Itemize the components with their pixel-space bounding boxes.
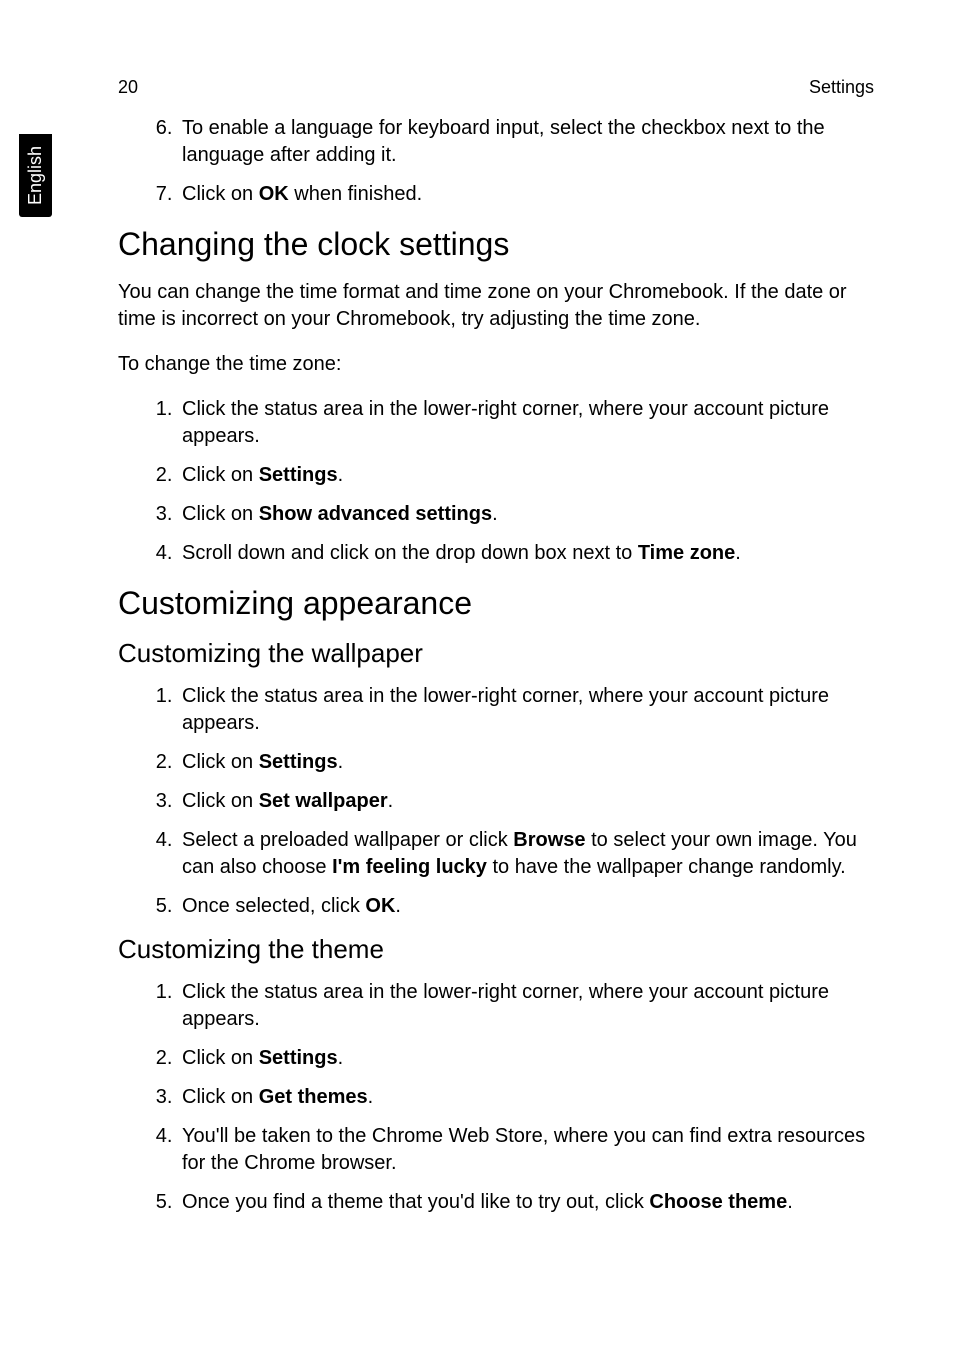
bold-text: Settings — [259, 751, 338, 773]
list-item: You'll be taken to the Chrome Web Store,… — [178, 1123, 874, 1177]
page-content: To enable a language for keyboard input,… — [118, 115, 874, 1228]
list-item-text: Click on — [182, 751, 259, 773]
subheading-wallpaper: Customizing the wallpaper — [118, 638, 874, 669]
list-item-text: to have the wallpaper change randomly. — [487, 856, 846, 878]
list-item-text: when finished. — [289, 183, 422, 205]
list-item: Click the status area in the lower-right… — [178, 683, 874, 737]
list-item-text: . — [368, 1086, 374, 1108]
list-item: Once you find a theme that you'd like to… — [178, 1189, 874, 1216]
heading-appearance: Customizing appearance — [118, 585, 874, 622]
page-header: 20 Settings — [118, 77, 874, 98]
list-item-text: . — [338, 464, 344, 486]
list-item-text: . — [338, 751, 344, 773]
bold-text: OK — [365, 895, 395, 917]
list-item: Click on Set wallpaper. — [178, 788, 874, 815]
theme-list: Click the status area in the lower-right… — [118, 979, 874, 1216]
list-item: Select a preloaded wallpaper or click Br… — [178, 827, 874, 881]
bold-text: Choose theme — [649, 1191, 787, 1213]
bold-text: I'm feeling lucky — [332, 856, 487, 878]
wallpaper-list: Click the status area in the lower-right… — [118, 683, 874, 920]
list-item-text: To enable a language for keyboard input,… — [182, 117, 825, 166]
list-item-text: Click on — [182, 183, 259, 205]
list-item: Click on OK when finished. — [178, 181, 874, 208]
list-item: Click on Show advanced settings. — [178, 501, 874, 528]
heading-clock: Changing the clock settings — [118, 226, 874, 263]
list-item-text: Click the status area in the lower-right… — [182, 398, 829, 447]
bold-text: Browse — [513, 829, 585, 851]
bold-text: Settings — [259, 1047, 338, 1069]
list-item-text: Click on — [182, 790, 259, 812]
language-tab: English — [19, 134, 52, 217]
list-item: Click on Settings. — [178, 1045, 874, 1072]
list-item-text: . — [735, 542, 741, 564]
list-item-text: . — [787, 1191, 793, 1213]
list-item-text: . — [395, 895, 401, 917]
language-tab-text: English — [25, 146, 45, 205]
subheading-theme: Customizing the theme — [118, 934, 874, 965]
list-item-text: Click the status area in the lower-right… — [182, 981, 829, 1030]
page-number: 20 — [118, 77, 138, 98]
bold-text: Time zone — [638, 542, 735, 564]
list-item-text: Click on — [182, 503, 259, 525]
list-item-text: Once selected, click — [182, 895, 365, 917]
list-item: Scroll down and click on the drop down b… — [178, 540, 874, 567]
bold-text: Settings — [259, 464, 338, 486]
list-item-text: . — [388, 790, 394, 812]
paragraph: To change the time zone: — [118, 351, 874, 378]
list-item-text: Click on — [182, 464, 259, 486]
list-item: Click the status area in the lower-right… — [178, 396, 874, 450]
list-item-text: Click on — [182, 1086, 259, 1108]
bold-text: Show advanced settings — [259, 503, 492, 525]
continued-list: To enable a language for keyboard input,… — [118, 115, 874, 208]
list-item-text: Once you find a theme that you'd like to… — [182, 1191, 649, 1213]
list-item: Click the status area in the lower-right… — [178, 979, 874, 1033]
list-item-text: Scroll down and click on the drop down b… — [182, 542, 638, 564]
list-item-text: Click the status area in the lower-right… — [182, 685, 829, 734]
bold-text: Set wallpaper — [259, 790, 388, 812]
list-item: Click on Get themes. — [178, 1084, 874, 1111]
list-item-text: You'll be taken to the Chrome Web Store,… — [182, 1125, 865, 1174]
bold-text: Get themes — [259, 1086, 368, 1108]
clock-list: Click the status area in the lower-right… — [118, 396, 874, 567]
list-item: Click on Settings. — [178, 462, 874, 489]
list-item-text: . — [338, 1047, 344, 1069]
paragraph: You can change the time format and time … — [118, 279, 874, 333]
list-item: To enable a language for keyboard input,… — [178, 115, 874, 169]
list-item-text: . — [492, 503, 498, 525]
section-title: Settings — [809, 77, 874, 98]
list-item-text: Click on — [182, 1047, 259, 1069]
list-item-text: Select a preloaded wallpaper or click — [182, 829, 513, 851]
list-item: Click on Settings. — [178, 749, 874, 776]
bold-text: OK — [259, 183, 289, 205]
list-item: Once selected, click OK. — [178, 893, 874, 920]
